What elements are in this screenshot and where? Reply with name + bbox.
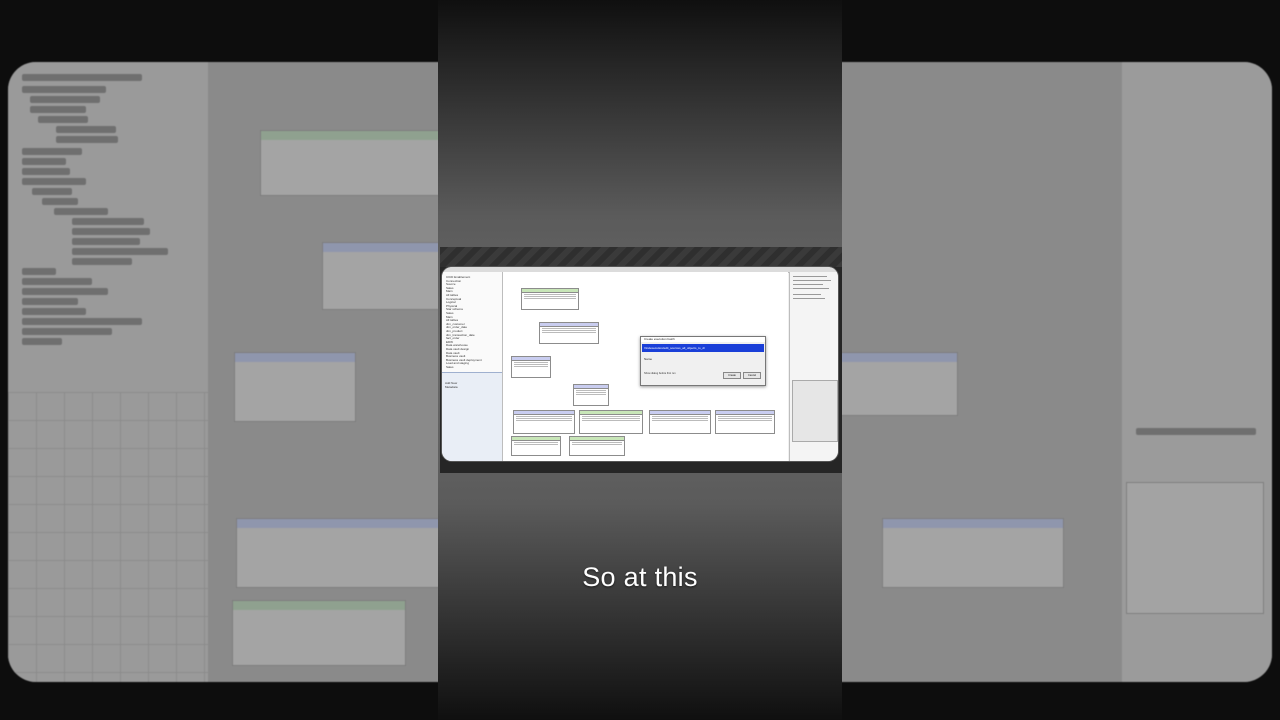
repository-tree-panel: CICD Enablement Connection Source Sales Main… (442, 272, 503, 461)
dialog-show-checkbox[interactable]: Show dialog before first run (644, 372, 676, 375)
diagram-table[interactable] (511, 356, 551, 378)
bg-tree-line (22, 308, 86, 315)
overview-panel[interactable] (792, 380, 838, 442)
bg-tree-line (22, 74, 142, 81)
create-batch-dialog: Create execution batch Vindexecution/edi… (640, 336, 766, 386)
bg-tree-line (42, 198, 78, 205)
bg-tree-line (22, 278, 92, 285)
bg-overview-thumb (1126, 482, 1264, 614)
bg-tree-line (22, 268, 56, 275)
bg-tree-line (72, 258, 132, 265)
diagram-table[interactable] (715, 410, 775, 434)
bg-tree-line (30, 96, 100, 103)
bg-tree-line (38, 116, 88, 123)
bg-table-dim-product (840, 352, 958, 416)
bg-tree-line (22, 318, 142, 325)
tree-item[interactable]: Sales (446, 366, 454, 369)
diagram-table[interactable] (513, 410, 575, 434)
prop-line (793, 294, 821, 295)
bg-tree-line (22, 288, 108, 295)
diagram-table[interactable] (573, 384, 609, 406)
diagram-canvas[interactable]: Create execution batch Vindexecution/edi… (503, 272, 788, 461)
bg-tree-line (72, 228, 150, 235)
diagram-table[interactable] (511, 436, 561, 456)
bg-metadata-grid (8, 392, 208, 682)
bg-tree-line (22, 328, 112, 335)
bg-tree-line (56, 136, 118, 143)
bg-tree-line (72, 238, 140, 245)
bg-table-dim-customer (260, 130, 440, 196)
prop-line (793, 276, 827, 277)
dialog-cancel-button[interactable]: Cancel (743, 372, 761, 379)
dialog-name-label: Name (644, 357, 653, 361)
bg-tree-line (22, 148, 82, 155)
bg-tree-line (32, 188, 72, 195)
bg-tree-line (72, 248, 168, 255)
add-new-metadata-button[interactable]: Add New Metadata (445, 381, 465, 389)
prop-line (793, 280, 831, 281)
bg-tree-line (22, 178, 86, 185)
bg-tree-line (22, 158, 66, 165)
bg-table-stage-product-group (232, 600, 406, 666)
bg-tree-line (72, 218, 144, 225)
dialog-title: Create execution batch (641, 337, 765, 342)
app-screenshot: CICD Enablement Connection Source Sales Main… (442, 267, 838, 461)
video-caption: So at this (582, 562, 698, 592)
prop-line (793, 298, 825, 299)
prop-line (793, 284, 823, 285)
diagram-table[interactable] (649, 410, 711, 434)
dialog-batch-name-band[interactable]: Vindexecution/edit_sources_all_objects_t… (642, 344, 764, 352)
diagram-table[interactable] (521, 288, 579, 310)
bg-tree-line (54, 208, 108, 215)
bg-tree-line (30, 106, 86, 113)
bg-tree-line (22, 86, 106, 93)
prop-line (793, 288, 829, 289)
bg-overview-header (1136, 428, 1256, 435)
diagram-table[interactable] (579, 410, 643, 434)
bg-table-dim-customer-2 (322, 242, 442, 310)
bg-tree-line (22, 298, 78, 305)
bg-tree-line (22, 338, 62, 345)
bg-tree-line (56, 126, 116, 133)
bg-tree-line (22, 168, 70, 175)
bg-table-dim-transaction-date (234, 352, 356, 422)
dialog-create-button[interactable]: Create (723, 372, 741, 379)
diagram-table[interactable] (569, 436, 625, 456)
diagram-table[interactable] (539, 322, 599, 344)
